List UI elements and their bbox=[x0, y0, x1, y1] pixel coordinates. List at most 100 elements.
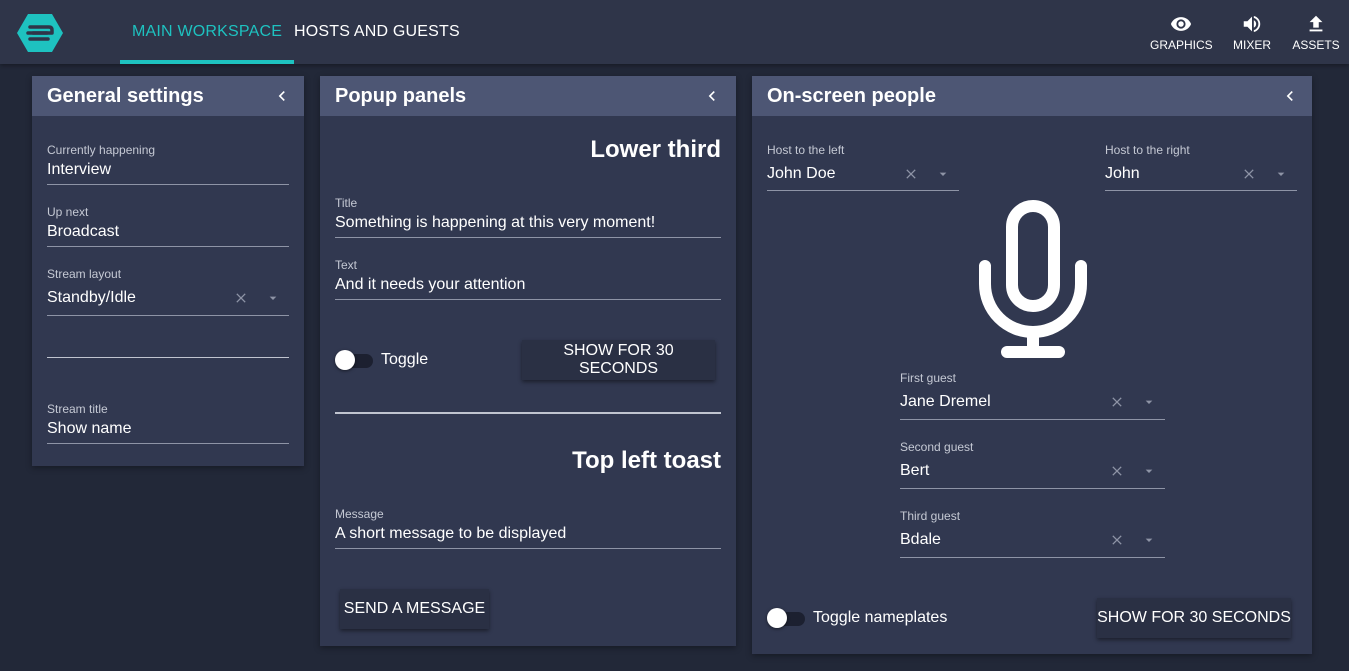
field-underline bbox=[767, 190, 959, 191]
field-label: First guest bbox=[900, 371, 957, 385]
field-underline bbox=[47, 443, 289, 444]
field-value[interactable]: Bert bbox=[900, 462, 929, 480]
clear-icon[interactable] bbox=[1109, 463, 1125, 479]
panel-title: On-screen people bbox=[767, 85, 936, 107]
host-left-select[interactable]: Host to the left John Doe bbox=[767, 143, 959, 191]
field-value[interactable]: Show name bbox=[47, 420, 132, 438]
toggle-label: Toggle bbox=[381, 351, 429, 368]
field-value[interactable]: Jane Dremel bbox=[900, 393, 991, 411]
chevron-left-icon[interactable] bbox=[702, 86, 722, 106]
lower-third-toggle[interactable] bbox=[335, 349, 373, 371]
volume-icon bbox=[1243, 15, 1261, 33]
eye-icon bbox=[1170, 17, 1192, 31]
chevron-down-icon[interactable] bbox=[1273, 166, 1289, 182]
empty-field[interactable] bbox=[47, 336, 289, 358]
field-value[interactable]: Interview bbox=[47, 161, 111, 179]
field-value[interactable]: John Doe bbox=[767, 165, 836, 183]
chevron-down-icon[interactable] bbox=[1141, 394, 1157, 410]
field-label: Stream title bbox=[47, 402, 108, 416]
top-app-bar: MAIN WORKSPACE HOSTS AND GUESTS GRAPHICS… bbox=[0, 0, 1349, 64]
field-value[interactable]: Something is happening at this very mome… bbox=[335, 214, 655, 232]
first-guest-select[interactable]: First guest Jane Dremel bbox=[900, 371, 1165, 420]
toast-heading: Top left toast bbox=[572, 447, 721, 474]
app-logo[interactable] bbox=[17, 14, 63, 52]
field-underline bbox=[1105, 190, 1297, 191]
host-right-select[interactable]: Host to the right John bbox=[1105, 143, 1297, 191]
field-label: Currently happening bbox=[47, 143, 156, 157]
chevron-down-icon[interactable] bbox=[1141, 463, 1157, 479]
mixer-label: MIXER bbox=[1232, 38, 1271, 52]
toggle-knob bbox=[767, 608, 787, 628]
field-underline bbox=[900, 419, 1165, 420]
field-value[interactable]: John bbox=[1105, 165, 1140, 183]
field-underline bbox=[47, 315, 289, 316]
field-label: Title bbox=[335, 196, 358, 210]
mixer-button[interactable]: MIXER bbox=[1230, 13, 1274, 53]
lower-third-title-field[interactable]: Title Something is happening at this ver… bbox=[335, 196, 721, 238]
field-label: Stream layout bbox=[47, 267, 122, 281]
panel-header: General settings bbox=[32, 76, 304, 116]
graphics-label: GRAPHICS bbox=[1150, 38, 1213, 52]
up-next-field[interactable]: Up next Broadcast bbox=[47, 205, 289, 247]
clear-icon[interactable] bbox=[1109, 394, 1125, 410]
graphics-button[interactable]: GRAPHICS bbox=[1150, 13, 1213, 53]
panel-title: General settings bbox=[47, 85, 204, 107]
clear-icon[interactable] bbox=[1241, 166, 1257, 182]
field-underline bbox=[47, 246, 289, 247]
field-label: Host to the right bbox=[1105, 143, 1190, 157]
second-guest-select[interactable]: Second guest Bert bbox=[900, 440, 1165, 489]
field-underline bbox=[900, 557, 1165, 558]
chevron-down-icon[interactable] bbox=[935, 166, 951, 182]
toggle-label: Toggle nameplates bbox=[813, 609, 948, 626]
stream-layout-select[interactable]: Stream layout Standby/Idle bbox=[47, 267, 289, 316]
field-label: Up next bbox=[47, 205, 89, 219]
toast-message-field[interactable]: Message A short message to be displayed bbox=[335, 507, 721, 549]
lower-third-text-field[interactable]: Text And it needs your attention bbox=[335, 258, 721, 300]
panel-header: On-screen people bbox=[752, 76, 1312, 116]
toggle-knob bbox=[335, 350, 355, 370]
nameplates-toggle[interactable] bbox=[767, 607, 805, 629]
field-value[interactable]: Standby/Idle bbox=[47, 289, 136, 307]
third-guest-select[interactable]: Third guest Bdale bbox=[900, 509, 1165, 558]
clear-icon[interactable] bbox=[903, 166, 919, 182]
chevron-down-icon[interactable] bbox=[265, 290, 281, 306]
nameplates-show-button[interactable]: SHOW FOR 30 SECONDS bbox=[1097, 598, 1291, 638]
clear-icon[interactable] bbox=[1109, 532, 1125, 548]
field-value[interactable]: And it needs your attention bbox=[335, 276, 525, 294]
assets-button[interactable]: ASSETS bbox=[1292, 13, 1340, 53]
tab-hosts-and-guests[interactable]: HOSTS AND GUESTS bbox=[294, 0, 460, 64]
field-label: Host to the left bbox=[767, 143, 845, 157]
field-underline bbox=[47, 356, 289, 358]
field-underline bbox=[335, 548, 721, 549]
field-underline bbox=[335, 299, 721, 300]
field-value[interactable]: A short message to be displayed bbox=[335, 525, 566, 543]
chevron-left-icon[interactable] bbox=[1280, 86, 1300, 106]
chevron-left-icon[interactable] bbox=[272, 86, 292, 106]
currently-happening-field[interactable]: Currently happening Interview bbox=[47, 143, 289, 185]
field-label: Message bbox=[335, 507, 384, 521]
on-screen-people-panel: On-screen people Host to the left John D… bbox=[752, 76, 1312, 654]
lower-third-heading: Lower third bbox=[590, 136, 721, 163]
field-underline bbox=[47, 184, 289, 185]
send-message-button[interactable]: SEND A MESSAGE bbox=[340, 589, 489, 629]
general-settings-panel: General settings Currently happening Int… bbox=[32, 76, 304, 466]
panel-title: Popup panels bbox=[335, 85, 467, 107]
field-label: Text bbox=[335, 258, 358, 272]
field-underline bbox=[335, 237, 721, 238]
divider bbox=[335, 412, 721, 414]
lower-third-show-button[interactable]: SHOW FOR 30 SECONDS bbox=[522, 340, 715, 380]
popup-panels-panel: Popup panels Lower third Title Something… bbox=[320, 76, 736, 646]
assets-label: ASSETS bbox=[1292, 38, 1340, 52]
field-value[interactable]: Bdale bbox=[900, 531, 941, 549]
clear-icon[interactable] bbox=[233, 290, 249, 306]
upload-icon bbox=[1309, 15, 1323, 32]
field-value[interactable]: Broadcast bbox=[47, 223, 119, 241]
field-underline bbox=[900, 488, 1165, 489]
tab-main-workspace[interactable]: MAIN WORKSPACE bbox=[119, 0, 295, 64]
field-label: Third guest bbox=[900, 509, 961, 523]
stream-title-field[interactable]: Stream title Show name bbox=[47, 402, 289, 444]
panel-header: Popup panels bbox=[320, 76, 736, 116]
chevron-down-icon[interactable] bbox=[1141, 532, 1157, 548]
field-label: Second guest bbox=[900, 440, 974, 454]
microphone-icon bbox=[979, 200, 1087, 358]
